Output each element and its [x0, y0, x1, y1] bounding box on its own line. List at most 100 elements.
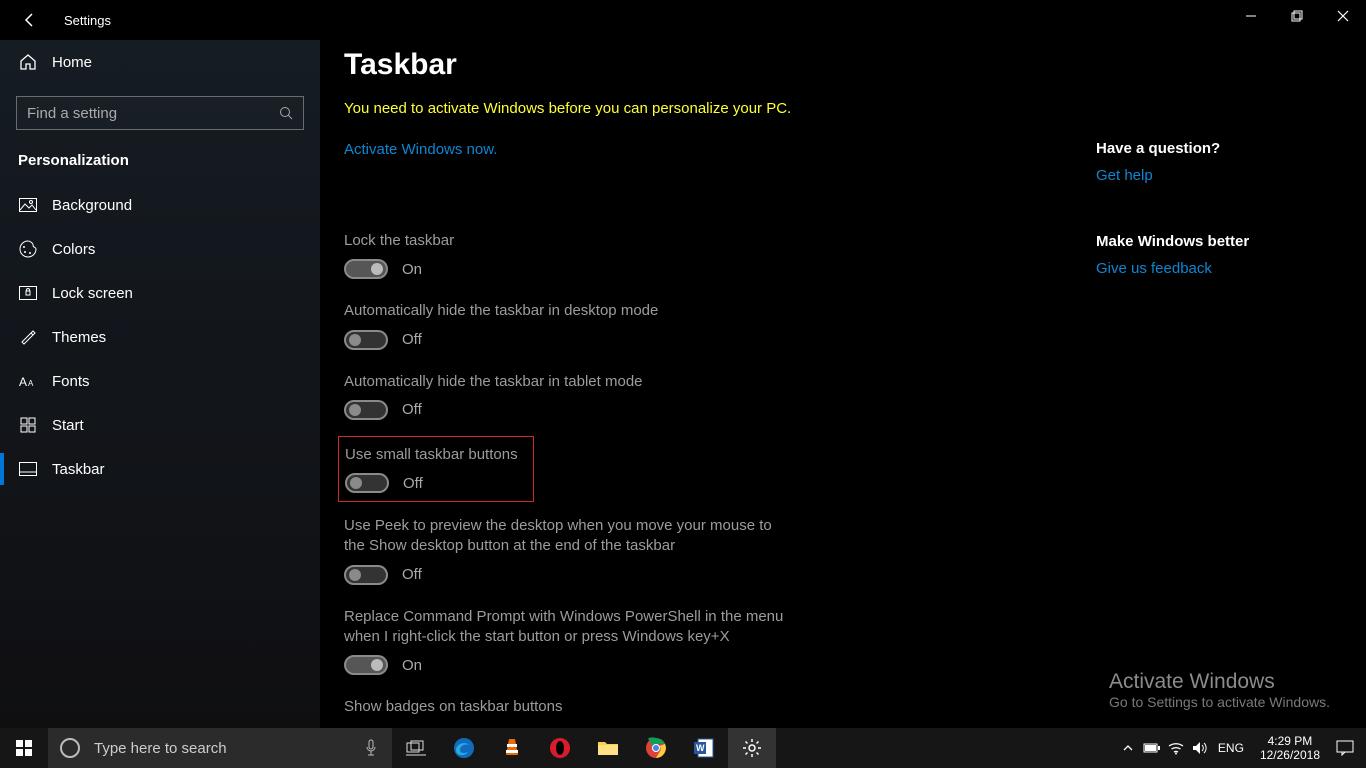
sidebar-item-label: Colors [52, 241, 95, 258]
sidebar-item-colors[interactable]: Colors [0, 227, 320, 271]
setting-show-badges: Show badges on taskbar buttons [344, 697, 1084, 717]
setting-label: Automatically hide the taskbar in tablet… [344, 372, 784, 392]
window-title: Settings [64, 13, 111, 28]
home-label: Home [52, 54, 92, 71]
action-center-icon[interactable] [1330, 728, 1360, 768]
word-app-icon[interactable]: W [680, 728, 728, 768]
vlc-app-icon[interactable] [488, 728, 536, 768]
toggle-small-buttons[interactable] [345, 473, 389, 493]
toggle-autohide-desktop[interactable] [344, 330, 388, 350]
search-icon [279, 106, 293, 120]
give-feedback-link[interactable]: Give us feedback [1096, 260, 1212, 277]
volume-icon[interactable] [1188, 728, 1212, 768]
search-input[interactable]: Find a setting [16, 96, 304, 130]
activate-link[interactable]: Activate Windows now. [344, 141, 497, 158]
watermark-subtitle: Go to Settings to activate Windows. [1109, 694, 1330, 710]
search-placeholder: Find a setting [27, 105, 279, 122]
setting-label: Show badges on taskbar buttons [344, 697, 784, 717]
toggle-lock-taskbar[interactable] [344, 259, 388, 279]
opera-app-icon[interactable] [536, 728, 584, 768]
sidebar-item-fonts[interactable]: AA Fonts [0, 359, 320, 403]
start-button[interactable] [0, 728, 48, 768]
cortana-search[interactable]: Type here to search [48, 728, 392, 768]
file-explorer-app-icon[interactable] [584, 728, 632, 768]
chrome-app-icon[interactable] [632, 728, 680, 768]
setting-lock-taskbar: Lock the taskbar On [344, 231, 1084, 279]
setting-autohide-desktop: Automatically hide the taskbar in deskto… [344, 301, 1084, 349]
toggle-state: On [402, 261, 422, 278]
toggle-state: Off [402, 401, 422, 418]
settings-group: Lock the taskbar On Automatically hide t… [344, 231, 1084, 717]
settings-app-icon[interactable] [728, 728, 776, 768]
battery-icon[interactable] [1140, 728, 1164, 768]
toggle-use-peek[interactable] [344, 565, 388, 585]
section-label: Personalization [0, 152, 320, 183]
colors-icon [18, 239, 38, 259]
activation-message: You need to activate Windows before you … [344, 100, 1084, 117]
window-controls [1228, 0, 1366, 32]
tray-overflow-icon[interactable] [1116, 728, 1140, 768]
close-button[interactable] [1320, 0, 1366, 32]
question-heading: Have a question? [1096, 140, 1336, 157]
taskbar-apps: W [392, 728, 776, 768]
right-pane: Have a question? Get help Make Windows b… [1096, 140, 1336, 326]
settings-window: Settings Home Find a setting Personaliza… [0, 0, 1366, 728]
main-content: Taskbar You need to activate Windows bef… [344, 48, 1084, 728]
setting-label: Use small taskbar buttons [345, 445, 521, 465]
language-indicator[interactable]: ENG [1212, 741, 1250, 755]
home-button[interactable]: Home [0, 40, 320, 84]
sidebar-item-start[interactable]: Start [0, 403, 320, 447]
background-icon [18, 195, 38, 215]
lock-screen-icon [18, 283, 38, 303]
setting-label: Lock the taskbar [344, 231, 784, 251]
clock-date: 12/26/2018 [1260, 748, 1320, 762]
toggle-state: Off [403, 475, 423, 492]
sidebar-item-label: Background [52, 197, 132, 214]
setting-autohide-tablet: Automatically hide the taskbar in tablet… [344, 372, 1084, 420]
edge-app-icon[interactable] [440, 728, 488, 768]
toggle-state: Off [402, 331, 422, 348]
sidebar-item-lock-screen[interactable]: Lock screen [0, 271, 320, 315]
themes-icon [18, 327, 38, 347]
maximize-button[interactable] [1274, 0, 1320, 32]
toggle-replace-cmd[interactable] [344, 655, 388, 675]
start-icon [18, 415, 38, 435]
sidebar-item-themes[interactable]: Themes [0, 315, 320, 359]
setting-replace-cmd: Replace Command Prompt with Windows Powe… [344, 607, 1084, 676]
svg-text:A: A [19, 375, 27, 388]
setting-use-peek: Use Peek to preview the desktop when you… [344, 516, 1084, 585]
cortana-placeholder: Type here to search [94, 740, 227, 757]
sidebar-item-label: Taskbar [52, 461, 105, 478]
activation-watermark: Activate Windows Go to Settings to activ… [1109, 670, 1330, 710]
clock[interactable]: 4:29 PM 12/26/2018 [1250, 734, 1330, 763]
svg-text:A: A [28, 379, 34, 388]
toggle-state: Off [402, 566, 422, 583]
sidebar-item-taskbar[interactable]: Taskbar [0, 447, 320, 491]
clock-time: 4:29 PM [1260, 734, 1320, 748]
get-help-link[interactable]: Get help [1096, 167, 1153, 184]
cortana-icon [60, 738, 80, 758]
setting-small-buttons: Use small taskbar buttons Off [338, 436, 534, 502]
taskbar: Type here to search W ENG 4:29 PM 12/26/… [0, 728, 1366, 768]
task-view-button[interactable] [392, 728, 440, 768]
setting-label: Use Peek to preview the desktop when you… [344, 516, 784, 557]
toggle-state: On [402, 657, 422, 674]
sidebar-item-label: Lock screen [52, 285, 133, 302]
sidebar-item-label: Themes [52, 329, 106, 346]
toggle-autohide-tablet[interactable] [344, 400, 388, 420]
system-tray: ENG 4:29 PM 12/26/2018 [1116, 728, 1366, 768]
taskbar-icon [18, 459, 38, 479]
setting-label: Replace Command Prompt with Windows Powe… [344, 607, 784, 648]
sidebar-item-label: Fonts [52, 373, 90, 390]
fonts-icon: AA [18, 371, 38, 391]
wifi-icon[interactable] [1164, 728, 1188, 768]
minimize-button[interactable] [1228, 0, 1274, 32]
page-title: Taskbar [344, 48, 1084, 82]
title-bar: Settings [0, 0, 1366, 40]
microphone-icon[interactable] [364, 739, 378, 757]
svg-text:W: W [696, 743, 705, 753]
sidebar-item-background[interactable]: Background [0, 183, 320, 227]
home-icon [18, 52, 38, 72]
watermark-title: Activate Windows [1109, 670, 1330, 694]
back-button[interactable] [18, 8, 42, 32]
